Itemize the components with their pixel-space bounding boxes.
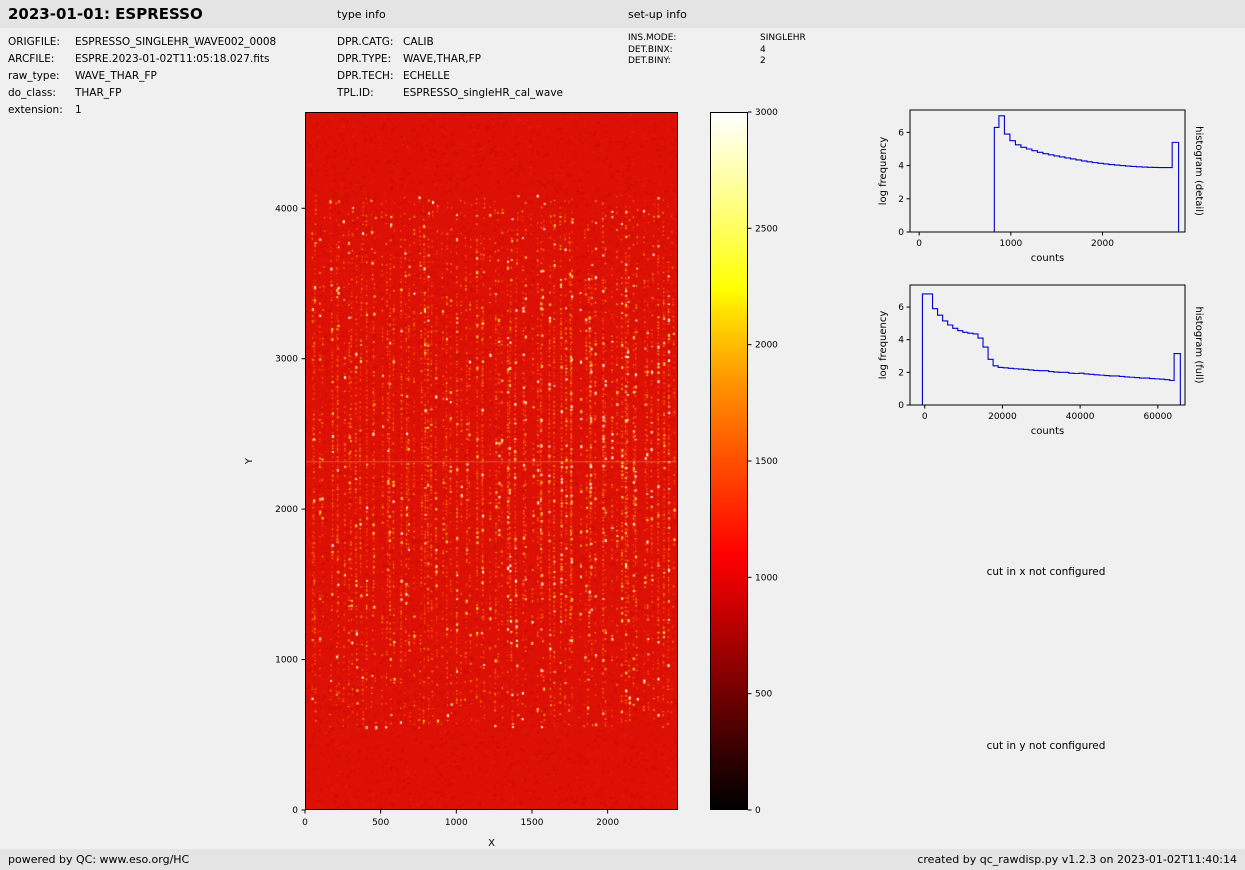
- x-tick-label: 20000: [988, 412, 1017, 422]
- x-tick-label: 0: [302, 818, 308, 828]
- type-info-heading: type info: [337, 8, 386, 21]
- y-tick-label: 6: [898, 128, 904, 138]
- info-row: DET.BINY:2: [628, 56, 806, 68]
- y-tick-label: 0: [292, 806, 298, 816]
- info-label: TPL.ID:: [337, 85, 403, 102]
- y-tick-label: 2: [898, 195, 904, 205]
- info-row: extension:1: [8, 102, 276, 119]
- colorbar-tick-label: 1000: [755, 573, 778, 583]
- y-tick-label: 6: [898, 303, 904, 313]
- detector-image-canvas: [306, 113, 677, 809]
- info-value: ESPRE.2023-01-02T11:05:18.027.fits: [75, 51, 269, 68]
- colorbar-tick-label: 0: [755, 806, 761, 816]
- colorbar-tick-label: 2500: [755, 224, 778, 234]
- info-value: SINGLEHR: [760, 33, 806, 45]
- info-value: ECHELLE: [403, 68, 450, 85]
- info-label: INS.MODE:: [628, 33, 760, 45]
- y-tick-label: 2: [898, 368, 904, 378]
- x-tick-label: 2000: [596, 818, 619, 828]
- histogram-line: [922, 294, 1180, 405]
- x-tick-label: 40000: [1066, 412, 1095, 422]
- y-tick-label: 3000: [275, 355, 298, 365]
- right-axis-label: histogram (full): [1193, 306, 1204, 383]
- info-row: ORIGFILE:ESPRESSO_SINGLEHR_WAVE002_0008: [8, 34, 276, 51]
- info-label: DPR.TECH:: [337, 68, 403, 85]
- info-row: DPR.TYPE:WAVE,THAR,FP: [337, 51, 563, 68]
- info-value: 2: [760, 56, 766, 68]
- colorbar-tick-label: 500: [755, 690, 772, 700]
- info-row: ARCFILE:ESPRE.2023-01-02T11:05:18.027.fi…: [8, 51, 276, 68]
- y-tick-label: 0: [898, 228, 904, 238]
- axes-frame: [910, 285, 1185, 405]
- info-value: CALIB: [403, 34, 434, 51]
- colorbar-tick-label: 1500: [755, 457, 778, 467]
- footer-bar: powered by QC: www.eso.org/HC created by…: [0, 849, 1245, 870]
- info-value: 1: [75, 102, 82, 119]
- info-value: THAR_FP: [75, 85, 121, 102]
- x-tick-label: 1500: [521, 818, 544, 828]
- info-value: WAVE_THAR_FP: [75, 68, 157, 85]
- setup-info-heading: set-up info: [628, 8, 687, 21]
- x-tick-label: 0: [916, 239, 922, 249]
- colorbar-tick-label: 3000: [755, 108, 778, 118]
- info-row: do_class:THAR_FP: [8, 85, 276, 102]
- x-tick-label: 2000: [1091, 239, 1114, 249]
- info-label: extension:: [8, 102, 75, 119]
- x-tick-label: 0: [922, 412, 928, 422]
- info-row: DPR.CATG:CALIB: [337, 34, 563, 51]
- info-row: raw_type:WAVE_THAR_FP: [8, 68, 276, 85]
- page-title: 2023-01-01: ESPRESSO: [8, 5, 203, 23]
- qc-report-page: 2023-01-01: ESPRESSO type info set-up in…: [0, 0, 1245, 870]
- x-tick-label: 500: [372, 818, 389, 828]
- y-tick-label: 4: [898, 336, 904, 346]
- footer-powered-by: powered by QC: www.eso.org/HC: [8, 853, 189, 866]
- info-label: DET.BINY:: [628, 56, 760, 68]
- info-value: 4: [760, 45, 766, 57]
- y-axis-label: log frequency: [878, 137, 889, 206]
- y-tick-label: 1000: [275, 656, 298, 666]
- histogram-line: [994, 116, 1178, 232]
- info-label: DPR.TYPE:: [337, 51, 403, 68]
- info-value: WAVE,THAR,FP: [403, 51, 481, 68]
- cut-y-message: cut in y not configured: [987, 740, 1106, 752]
- footer-created-by: created by qc_rawdisp.py v1.2.3 on 2023-…: [917, 853, 1237, 866]
- info-row: DET.BINX:4: [628, 45, 806, 57]
- x-axis-label: X: [488, 838, 495, 849]
- info-label: DPR.CATG:: [337, 34, 403, 51]
- info-row: INS.MODE:SINGLEHR: [628, 33, 806, 45]
- axes-frame: [910, 110, 1185, 232]
- info-row: DPR.TECH:ECHELLE: [337, 68, 563, 85]
- y-axis-label: Y: [244, 457, 255, 465]
- y-tick-label: 4000: [275, 204, 298, 214]
- x-axis-label: counts: [1031, 426, 1064, 437]
- y-tick-label: 2000: [275, 505, 298, 515]
- x-tick-label: 1000: [999, 239, 1022, 249]
- right-axis-label: histogram (detail): [1193, 126, 1204, 216]
- colorbar-tick-label: 2000: [755, 341, 778, 351]
- info-value: ESPRESSO_singleHR_cal_wave: [403, 85, 563, 102]
- type-info-block: DPR.CATG:CALIBDPR.TYPE:WAVE,THAR,FPDPR.T…: [337, 34, 563, 102]
- x-tick-label: 1000: [445, 818, 468, 828]
- info-label: raw_type:: [8, 68, 75, 85]
- info-label: ORIGFILE:: [8, 34, 75, 51]
- y-tick-label: 4: [898, 162, 904, 172]
- y-axis-label: log frequency: [878, 311, 889, 380]
- info-label: ARCFILE:: [8, 51, 75, 68]
- x-tick-label: 60000: [1143, 412, 1172, 422]
- info-label: DET.BINX:: [628, 45, 760, 57]
- file-info-block: ORIGFILE:ESPRESSO_SINGLEHR_WAVE002_0008A…: [8, 34, 276, 119]
- info-label: do_class:: [8, 85, 75, 102]
- info-row: TPL.ID:ESPRESSO_singleHR_cal_wave: [337, 85, 563, 102]
- info-value: ESPRESSO_SINGLEHR_WAVE002_0008: [75, 34, 276, 51]
- y-tick-label: 0: [898, 401, 904, 411]
- setup-info-block: INS.MODE:SINGLEHRDET.BINX:4DET.BINY:2: [628, 33, 806, 68]
- x-axis-label: counts: [1031, 253, 1064, 264]
- detector-image-frame: [305, 112, 678, 810]
- cut-x-message: cut in x not configured: [987, 566, 1106, 578]
- colorbar-gradient: [710, 112, 748, 810]
